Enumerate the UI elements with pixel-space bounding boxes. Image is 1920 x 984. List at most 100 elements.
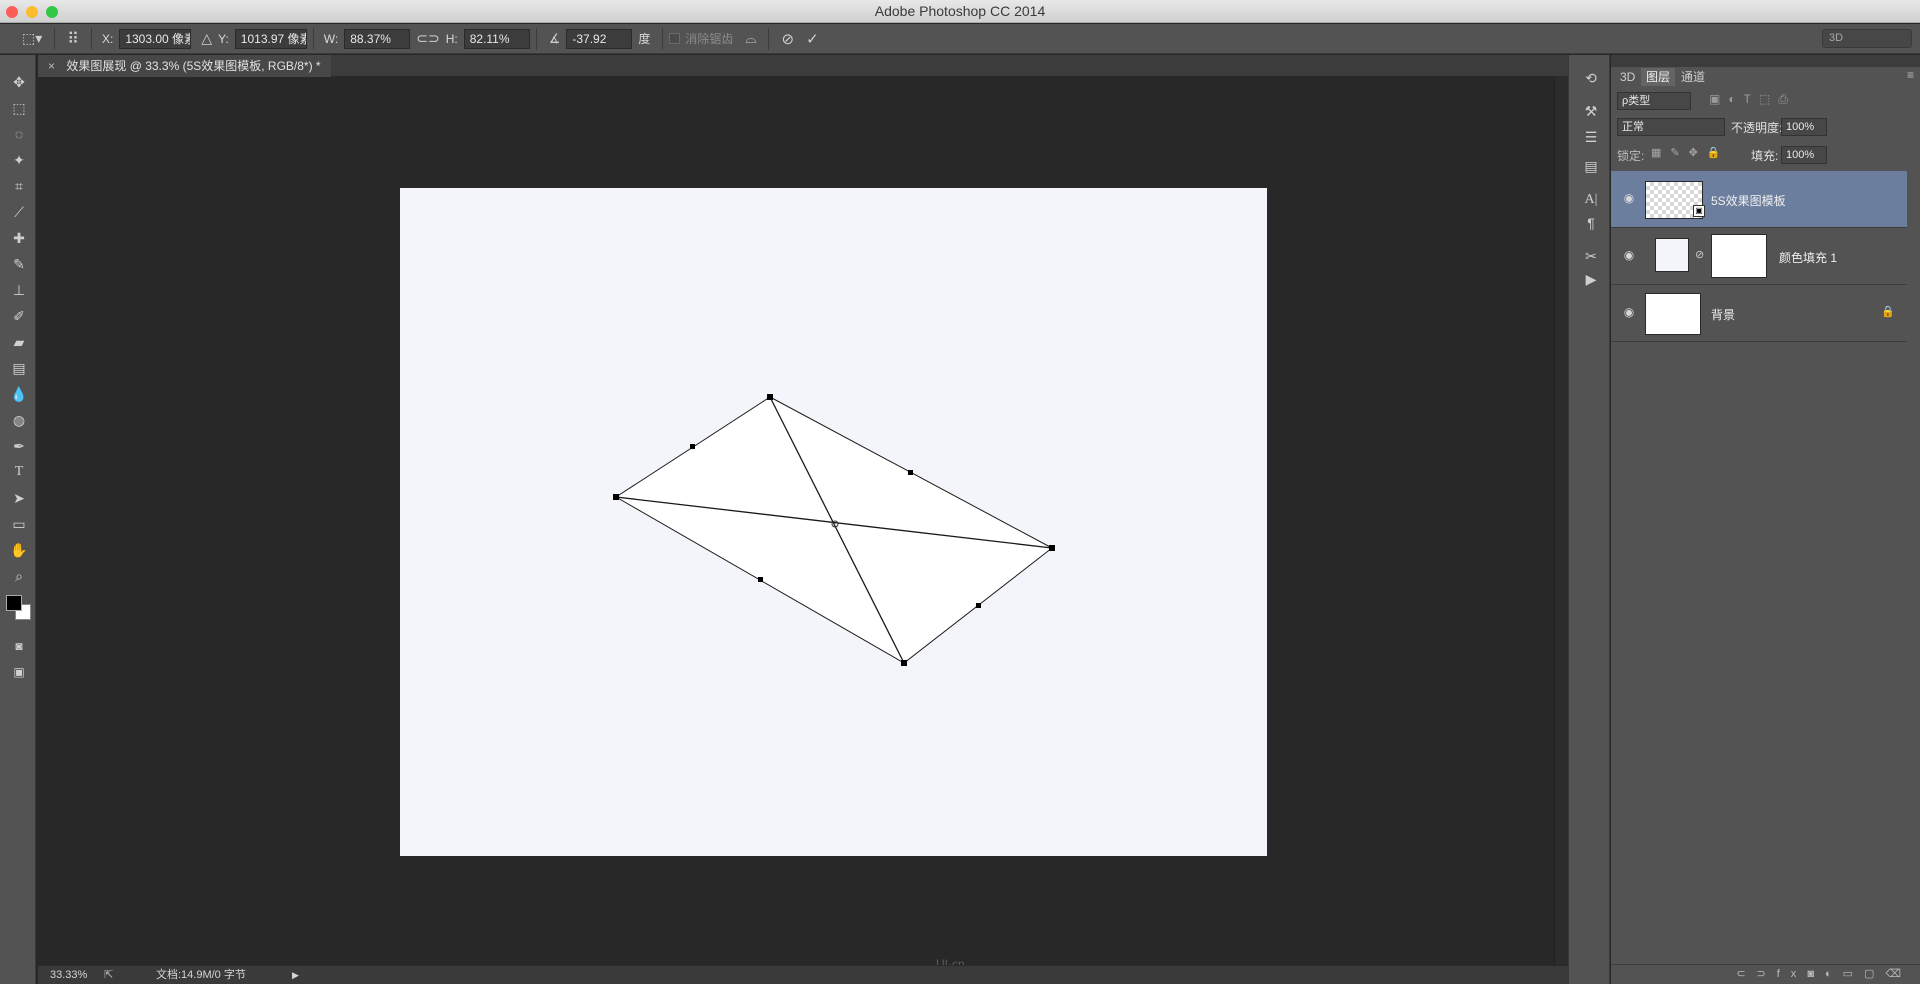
- transform-handle[interactable]: [976, 603, 981, 608]
- hand-tool-icon[interactable]: ✋: [8, 539, 30, 561]
- link-layers-icon[interactable]: ⊂⊃: [1736, 968, 1776, 980]
- layer-filter-select[interactable]: ρ类型: [1617, 92, 1691, 110]
- layer-row[interactable]: ◉ 背景 🔒: [1611, 285, 1907, 342]
- delta-icon[interactable]: △: [201, 30, 212, 47]
- properties-icon[interactable]: ▤: [1580, 155, 1602, 177]
- status-menu-arrow-icon[interactable]: ▶: [292, 966, 299, 984]
- minimize-window-button[interactable]: [26, 6, 38, 18]
- actions-play-icon[interactable]: ▶: [1580, 268, 1602, 290]
- new-group-icon[interactable]: ▭: [1843, 968, 1864, 980]
- brush-preset-icon[interactable]: ⚒: [1580, 100, 1602, 122]
- canvas-area[interactable]: UI·cn: [38, 77, 1566, 971]
- tab-layers[interactable]: 图层: [1641, 68, 1676, 86]
- document-canvas[interactable]: [400, 188, 1267, 856]
- history-brush-icon[interactable]: ✐: [8, 305, 30, 327]
- screen-mode-icon[interactable]: ▣: [8, 661, 30, 683]
- close-window-button[interactable]: [6, 6, 18, 18]
- dodge-tool-icon[interactable]: ◍: [8, 409, 30, 431]
- stamp-tool-icon[interactable]: ⊥: [8, 279, 30, 301]
- tool-presets-icon[interactable]: ✂: [1580, 245, 1602, 267]
- smart-object-shape[interactable]: [615, 396, 1053, 664]
- tab-channels[interactable]: 通道: [1676, 68, 1710, 86]
- pen-tool-icon[interactable]: ✒: [8, 435, 30, 457]
- blend-mode-select[interactable]: 正常: [1617, 118, 1725, 136]
- blur-tool-icon[interactable]: 💧: [8, 383, 30, 405]
- foreground-color-swatch[interactable]: [6, 595, 22, 611]
- vertical-scrollbar[interactable]: [1554, 77, 1568, 965]
- visibility-eye-icon[interactable]: ◉: [1622, 305, 1636, 319]
- fill-field[interactable]: 100%: [1781, 146, 1827, 164]
- warp-icon[interactable]: ⌓: [745, 30, 756, 47]
- separator: [54, 27, 56, 50]
- visibility-eye-icon[interactable]: ◉: [1622, 248, 1636, 262]
- paragraph-panel-icon[interactable]: ¶: [1580, 212, 1602, 234]
- x-field[interactable]: 1303.00 像素: [119, 28, 192, 49]
- adjustment-layer-icon[interactable]: ◐: [1825, 968, 1843, 980]
- reference-point-icon[interactable]: ⠿: [67, 29, 79, 49]
- transform-bounding-box[interactable]: [400, 188, 1267, 856]
- opacity-field[interactable]: 100%: [1781, 118, 1827, 136]
- export-icon[interactable]: ⇱: [104, 966, 113, 984]
- magic-wand-icon[interactable]: ✦: [8, 149, 30, 171]
- width-field[interactable]: 88.37%: [344, 28, 411, 49]
- path-select-icon[interactable]: ➤: [8, 487, 30, 509]
- antialias-checkbox[interactable]: [669, 33, 681, 44]
- zoom-level[interactable]: 33.33%: [50, 966, 87, 984]
- layer-mask-thumbnail: [1711, 234, 1767, 278]
- document-tab[interactable]: × 效果图展现 @ 33.3% (5S效果图模板, RGB/8*) *: [38, 55, 331, 77]
- angle-field[interactable]: -37.92: [566, 28, 633, 49]
- visibility-eye-icon[interactable]: ◉: [1622, 191, 1636, 205]
- transform-handle[interactable]: [758, 577, 763, 582]
- transform-handle[interactable]: [908, 470, 913, 475]
- layer-name[interactable]: 背景: [1711, 306, 1735, 323]
- delete-layer-icon[interactable]: ⌫: [1885, 968, 1912, 980]
- transform-handle[interactable]: [613, 494, 619, 500]
- height-field[interactable]: 82.11%: [463, 28, 530, 49]
- healing-brush-icon[interactable]: ✚: [8, 227, 30, 249]
- transform-handle[interactable]: [901, 660, 907, 666]
- brush-tool-icon[interactable]: ✎: [8, 253, 30, 275]
- zoom-tool-icon[interactable]: ⌕: [8, 565, 30, 587]
- lasso-tool-icon[interactable]: ◌: [8, 123, 30, 145]
- filter-icons[interactable]: ▣◐T⬚⎙: [1709, 92, 1796, 107]
- layer-name[interactable]: 5S效果图模板: [1711, 192, 1786, 209]
- window-title: Adobe Photoshop CC 2014: [874, 3, 1046, 19]
- close-tab-icon[interactable]: ×: [48, 59, 55, 73]
- workspace-select[interactable]: 3D: [1822, 29, 1912, 48]
- marquee-tool-icon[interactable]: ⬚: [8, 97, 30, 119]
- transform-handle[interactable]: [690, 444, 695, 449]
- mask-link-icon[interactable]: ⊘: [1695, 248, 1704, 261]
- fx-icon[interactable]: fx: [1777, 968, 1808, 980]
- crop-tool-icon[interactable]: ⌗: [8, 175, 30, 197]
- eraser-icon[interactable]: ▰: [8, 331, 30, 353]
- layer-row[interactable]: ◉ ⊘ 颜色填充 1: [1611, 228, 1907, 285]
- character-panel-icon[interactable]: A|: [1580, 189, 1602, 211]
- add-mask-icon[interactable]: ◙: [1807, 968, 1825, 980]
- link-icon[interactable]: ⊂⊃: [416, 30, 439, 47]
- type-tool-icon[interactable]: T: [8, 461, 30, 483]
- angle-unit: 度: [638, 32, 651, 46]
- antialias-label: 消除锯齿: [685, 32, 734, 46]
- panel-menu-icon[interactable]: ≡: [1907, 68, 1914, 82]
- eyedropper-icon[interactable]: ⟋: [8, 201, 30, 223]
- transform-handle[interactable]: [767, 394, 773, 400]
- transform-tool-icon[interactable]: ⬚▾: [22, 30, 42, 47]
- tab-3d[interactable]: 3D: [1615, 68, 1640, 86]
- layer-name[interactable]: 颜色填充 1: [1779, 249, 1837, 266]
- transform-handle[interactable]: [1049, 545, 1055, 551]
- shape-tool-icon[interactable]: ▭: [8, 513, 30, 535]
- history-panel-icon[interactable]: ⟲: [1580, 67, 1602, 89]
- y-field[interactable]: 1013.97 像素: [234, 28, 307, 49]
- blend-mode-value: 正常: [1622, 121, 1644, 133]
- commit-transform-icon[interactable]: ✓: [806, 30, 819, 48]
- layer-row[interactable]: ◉ ▣ 5S效果图模板: [1611, 171, 1907, 228]
- lock-icons[interactable]: ▦✎✥🔒: [1651, 146, 1730, 159]
- zoom-window-button[interactable]: [46, 6, 58, 18]
- gradient-tool-icon[interactable]: ▤: [8, 357, 30, 379]
- filter-label: ρ类型: [1622, 95, 1651, 107]
- adjustments-icon[interactable]: ☰: [1580, 126, 1602, 148]
- new-layer-icon[interactable]: ▢: [1864, 968, 1885, 980]
- cancel-transform-icon[interactable]: ⊘: [781, 30, 794, 48]
- quick-mask-icon[interactable]: ◙: [8, 635, 30, 657]
- move-tool-icon[interactable]: ✥: [8, 71, 30, 93]
